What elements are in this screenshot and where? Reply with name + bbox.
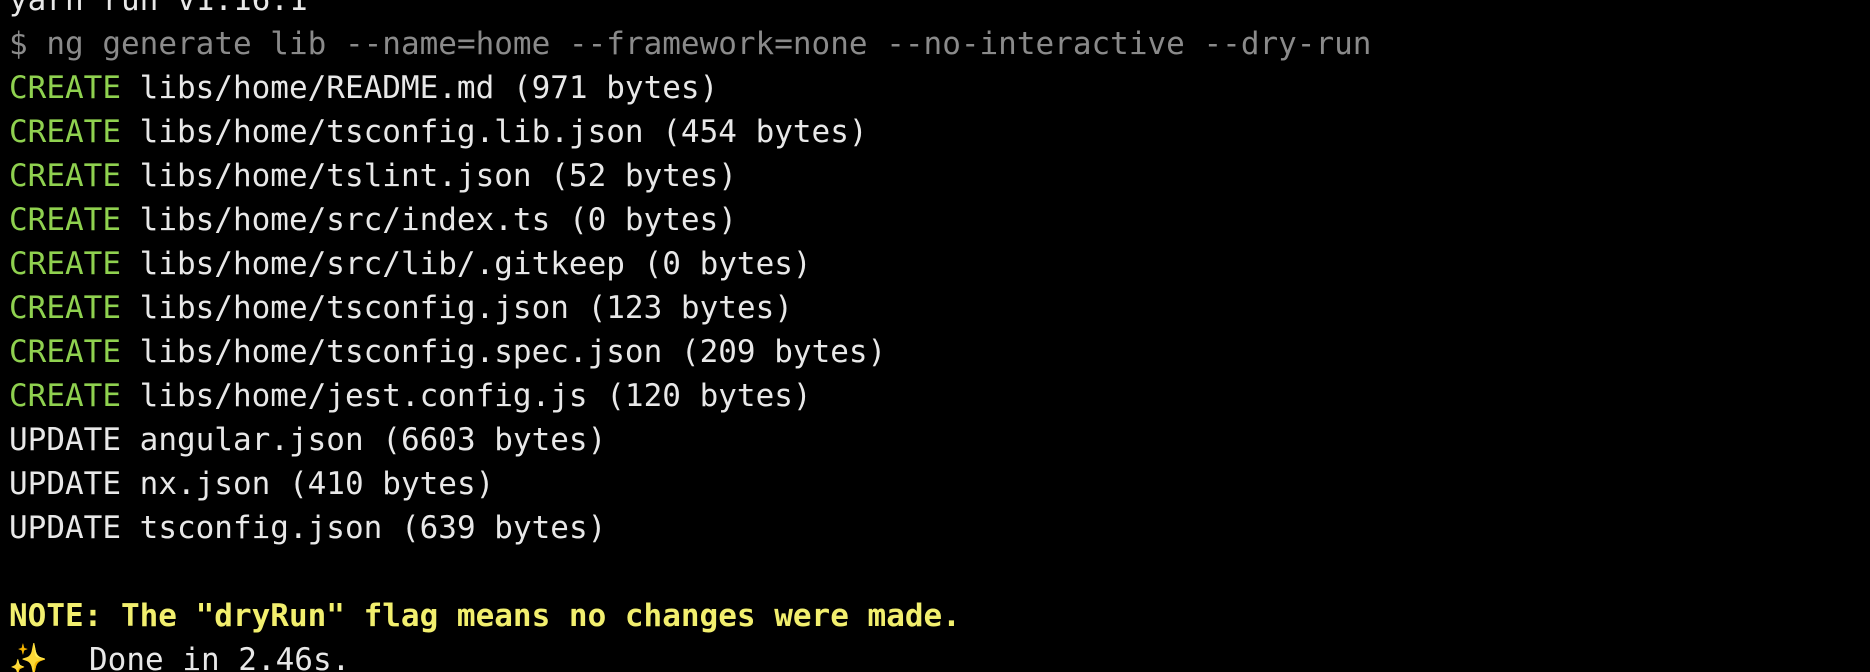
terminal-output: yarn run v1.16.1 $ ng generate lib --nam… [9, 0, 1859, 672]
sparkles-icon: ✨ [9, 642, 48, 672]
file-path: libs/home/src/lib/.gitkeep [139, 246, 625, 282]
file-size: (120 bytes) [606, 378, 812, 414]
file-path: libs/home/tsconfig.lib.json [139, 114, 644, 150]
file-size: (6603 bytes) [382, 422, 607, 458]
operation-line: UPDATE tsconfig.json (639 bytes) [9, 506, 1859, 550]
create-label: CREATE [9, 290, 121, 326]
command-text: ng generate lib --name=home --framework=… [46, 26, 1372, 62]
update-label: UPDATE [9, 510, 121, 546]
operation-line: CREATE libs/home/src/index.ts (0 bytes) [9, 198, 1859, 242]
operation-line: CREATE libs/home/README.md (971 bytes) [9, 66, 1859, 110]
command-line: $ ng generate lib --name=home --framewor… [9, 22, 1859, 66]
dry-run-note: NOTE: The "dryRun" flag means no changes… [9, 598, 961, 634]
file-path: libs/home/jest.config.js [139, 378, 588, 414]
clipped-output-line: yarn run v1.16.1 [9, 0, 308, 18]
file-size: (410 bytes) [288, 466, 495, 502]
file-size: (971 bytes) [512, 70, 719, 106]
done-text: Done in 2.46s. [89, 642, 351, 672]
file-path: libs/home/tslint.json [139, 158, 532, 194]
update-label: UPDATE [9, 466, 121, 502]
file-path: libs/home/tsconfig.json [139, 290, 569, 326]
file-size: (639 bytes) [400, 510, 607, 546]
operation-line: CREATE libs/home/jest.config.js (120 byt… [9, 374, 1859, 418]
file-size: (0 bytes) [643, 246, 812, 282]
operation-line: CREATE libs/home/tslint.json (52 bytes) [9, 154, 1859, 198]
file-path: libs/home/README.md [139, 70, 495, 106]
prompt-symbol: $ [9, 26, 28, 62]
file-size: (454 bytes) [662, 114, 868, 150]
operation-line: UPDATE angular.json (6603 bytes) [9, 418, 1859, 462]
operation-line: CREATE libs/home/src/lib/.gitkeep (0 byt… [9, 242, 1859, 286]
operations-list: CREATE libs/home/README.md (971 bytes) CR… [9, 66, 1859, 550]
file-size: (52 bytes) [550, 158, 737, 194]
file-path: tsconfig.json [139, 510, 383, 546]
file-path: libs/home/tsconfig.spec.json [139, 334, 663, 370]
operation-line: CREATE libs/home/tsconfig.json (123 byte… [9, 286, 1859, 330]
create-label: CREATE [9, 334, 121, 370]
create-label: CREATE [9, 158, 121, 194]
create-label: CREATE [9, 378, 121, 414]
update-label: UPDATE [9, 422, 121, 458]
create-label: CREATE [9, 114, 121, 150]
done-line: ✨ Done in 2.46s. [9, 638, 1859, 672]
create-label: CREATE [9, 246, 121, 282]
create-label: CREATE [9, 202, 121, 238]
file-path: angular.json [139, 422, 364, 458]
terminal-window[interactable]: yarn run v1.16.1 $ ng generate lib --nam… [0, 0, 1870, 672]
create-label: CREATE [9, 70, 121, 106]
file-path: libs/home/src/index.ts [139, 202, 551, 238]
file-size: (123 bytes) [587, 290, 793, 326]
file-size: (0 bytes) [568, 202, 737, 238]
operation-line: CREATE libs/home/tsconfig.lib.json (454 … [9, 110, 1859, 154]
file-path: nx.json [139, 466, 271, 502]
operation-line: UPDATE nx.json (410 bytes) [9, 462, 1859, 506]
file-size: (209 bytes) [680, 334, 887, 370]
operation-line: CREATE libs/home/tsconfig.spec.json (209… [9, 330, 1859, 374]
